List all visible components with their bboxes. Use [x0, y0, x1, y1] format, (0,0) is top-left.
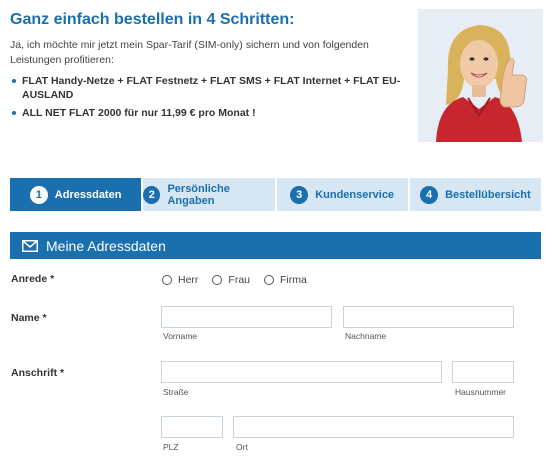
step-bestelluebersicht[interactable]: 4 Bestellübersicht	[409, 178, 541, 211]
section-title: Meine Adressdaten	[46, 237, 166, 254]
promo-photo	[418, 9, 543, 142]
step-kundenservice[interactable]: 3 Kundenservice	[276, 178, 410, 211]
plz-input[interactable]	[161, 416, 223, 438]
ort-caption: Ort	[236, 442, 248, 452]
anschrift-label: Anschrift *	[11, 367, 65, 379]
step-number-badge: 1	[29, 185, 48, 204]
section-header: Meine Adressdaten	[10, 232, 541, 259]
step-number-badge: 3	[290, 185, 309, 204]
radio-frau[interactable]: Frau	[212, 274, 250, 286]
page-title: Ganz einfach bestellen in 4 Schritten:	[10, 11, 295, 28]
step-persoenliche-angaben[interactable]: 2 Persönliche Angaben	[143, 178, 277, 211]
step-label: Bestellübersicht	[445, 188, 531, 201]
bullet-icon	[12, 111, 16, 115]
intro-text: Ja, ich möchte mir jetzt mein Spar-Tarif…	[10, 39, 369, 66]
plz-caption: PLZ	[163, 442, 179, 452]
strasse-input[interactable]	[161, 361, 442, 383]
radio-circle-icon	[162, 275, 172, 285]
feature-list: FLAT Handy-Netze + FLAT Festnetz + FLAT …	[10, 74, 405, 124]
radio-herr[interactable]: Herr	[162, 274, 198, 286]
anrede-label: Anrede *	[11, 273, 55, 285]
radio-circle-icon	[212, 275, 223, 285]
vorname-caption: Vorname	[163, 331, 198, 341]
step-label: Kundenservice	[315, 188, 395, 201]
feature-item: ALL NET FLAT 2000 für nur 11,99 € pro Mo…	[10, 106, 405, 120]
radio-circle-icon	[264, 275, 275, 285]
name-label: Name *	[11, 312, 47, 324]
step-number-badge: 2	[143, 185, 161, 204]
hausnummer-caption: Hausnummer	[455, 387, 507, 397]
feature-item: FLAT Handy-Netze + FLAT Festnetz + FLAT …	[10, 74, 405, 102]
checkout-steps: 1 Adressdaten 2 Persönliche Angaben 3 Ku…	[10, 178, 541, 211]
nachname-input[interactable]	[343, 306, 514, 328]
ort-input[interactable]	[233, 416, 514, 438]
strasse-caption: Straße	[163, 387, 189, 397]
step-label: Adressdaten	[54, 188, 122, 201]
nachname-caption: Nachname	[345, 331, 387, 341]
bullet-icon	[12, 79, 16, 83]
step-number-badge: 4	[420, 185, 439, 204]
vorname-input[interactable]	[161, 306, 332, 328]
envelope-icon	[22, 239, 38, 252]
hausnummer-input[interactable]	[452, 361, 514, 383]
radio-firma[interactable]: Firma	[264, 274, 307, 286]
step-adressdaten[interactable]: 1 Adressdaten	[10, 178, 144, 211]
step-label: Persönliche Angaben	[167, 182, 230, 207]
anrede-radio-group: Herr Frau Firma	[162, 274, 307, 286]
